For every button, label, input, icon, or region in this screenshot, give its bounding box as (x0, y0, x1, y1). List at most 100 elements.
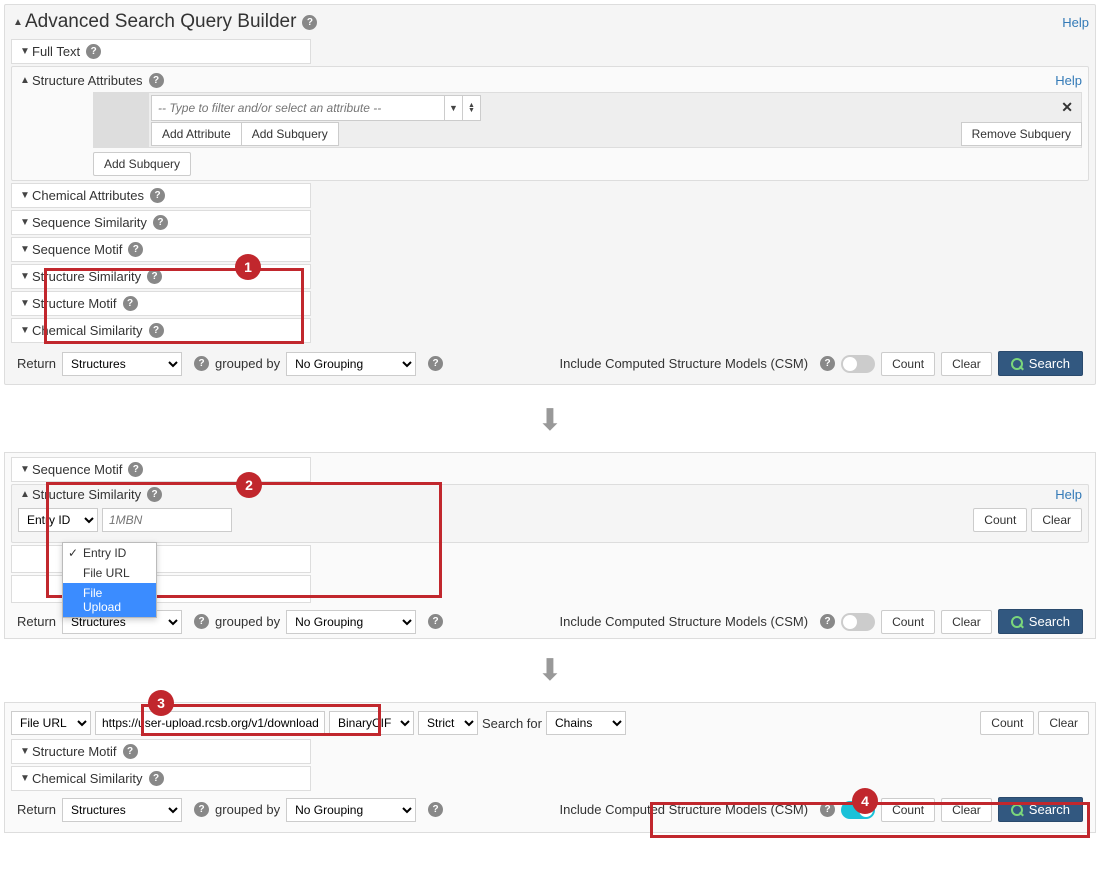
clear-button[interactable]: Clear (1038, 711, 1089, 735)
input-mode-select[interactable]: Entry ID (18, 508, 98, 532)
clear-button[interactable]: Clear (941, 352, 992, 376)
search-icon (1011, 358, 1023, 370)
help-icon[interactable]: ? (194, 356, 209, 371)
count-button[interactable]: Count (973, 508, 1027, 532)
section-structure-motif[interactable]: ▼Structure Motif? (11, 739, 311, 764)
attribute-combobox[interactable]: ▼ ▲▼ (151, 95, 481, 121)
section-sequence-similarity[interactable]: ▼Sequence Similarity? (11, 210, 311, 235)
return-select[interactable]: Structures (62, 352, 182, 376)
clear-button[interactable]: Clear (1031, 508, 1082, 532)
help-icon[interactable]: ? (128, 242, 143, 257)
arrow-down-icon: ⬇ (4, 639, 1096, 702)
search-for-label: Search for (482, 716, 542, 731)
help-icon[interactable]: ? (428, 802, 443, 817)
help-icon[interactable]: ? (147, 487, 162, 502)
section-hidden-1[interactable]: ? (11, 545, 311, 573)
section-label: Chemical Similarity (32, 323, 143, 338)
section-full-text[interactable]: ▼ Full Text ? (11, 39, 311, 64)
section-label: Sequence Motif (32, 462, 122, 477)
help-icon[interactable]: ? (194, 802, 209, 817)
help-icon[interactable]: ? (194, 614, 209, 629)
section-hidden-2[interactable]: ity? (11, 575, 311, 603)
help-icon[interactable]: ? (128, 462, 143, 477)
csm-toggle[interactable] (841, 801, 875, 819)
help-icon[interactable]: ? (149, 323, 164, 338)
help-link[interactable]: Help (1055, 487, 1082, 502)
count-button[interactable]: Count (980, 711, 1034, 735)
count-button[interactable]: Count (881, 352, 935, 376)
return-select[interactable]: Structures (62, 798, 182, 822)
section-label: Sequence Similarity (32, 215, 147, 230)
caret-up-icon[interactable]: ▲ (18, 489, 32, 500)
format-select[interactable]: BinaryCIF (329, 711, 414, 735)
help-icon[interactable]: ? (820, 356, 835, 371)
help-icon[interactable]: ? (820, 802, 835, 817)
help-icon[interactable]: ? (428, 614, 443, 629)
clear-button[interactable]: Clear (941, 798, 992, 822)
help-link[interactable]: Help (1062, 15, 1089, 30)
chevron-updown-icon[interactable]: ▲▼ (462, 96, 480, 120)
section-chemical-similarity[interactable]: ▼Chemical Similarity? (11, 318, 311, 343)
close-icon[interactable]: ✕ (1061, 99, 1073, 116)
count-button[interactable]: Count (881, 610, 935, 634)
search-button[interactable]: Search (998, 797, 1083, 822)
section-chemical-attributes[interactable]: ▼Chemical Attributes? (11, 183, 311, 208)
caret-up-icon[interactable]: ▲ (11, 17, 25, 28)
help-icon[interactable]: ? (302, 15, 317, 30)
help-icon[interactable]: ? (123, 296, 138, 311)
help-icon[interactable]: ? (86, 44, 101, 59)
section-sequence-motif[interactable]: ▼Sequence Motif? (11, 457, 311, 482)
drag-handle[interactable] (94, 93, 149, 121)
help-icon[interactable]: ? (150, 188, 165, 203)
caret-down-icon: ▼ (18, 773, 32, 784)
input-mode-dropdown[interactable]: Entry ID File URL File Upload (62, 542, 157, 618)
section-label: Structure Similarity (32, 487, 141, 502)
section-label: Structure Similarity (32, 269, 141, 284)
input-mode-select[interactable]: File URL (11, 711, 91, 735)
entry-id-input[interactable] (102, 508, 232, 532)
csm-toggle[interactable] (841, 613, 875, 631)
grouped-by-label: grouped by (215, 802, 280, 817)
return-label: Return (17, 356, 56, 371)
section-structure-motif[interactable]: ▼Structure Motif? (11, 291, 311, 316)
help-icon[interactable]: ? (123, 744, 138, 759)
search-for-select[interactable]: Chains (546, 711, 626, 735)
section-structure-similarity-open: ▲ Structure Similarity ? Help Entry ID C… (11, 484, 1089, 543)
search-button[interactable]: Search (998, 609, 1083, 634)
clear-button[interactable]: Clear (941, 610, 992, 634)
search-button[interactable]: Search (998, 351, 1083, 376)
help-link[interactable]: Help (1055, 73, 1082, 88)
help-icon[interactable]: ? (820, 614, 835, 629)
dropdown-option[interactable]: File URL (63, 563, 156, 583)
csm-label: Include Computed Structure Models (CSM) (560, 802, 809, 817)
count-button[interactable]: Count (881, 798, 935, 822)
section-label: Chemical Attributes (32, 188, 144, 203)
file-url-input[interactable] (95, 711, 325, 735)
help-icon[interactable]: ? (428, 356, 443, 371)
help-icon[interactable]: ? (149, 73, 164, 88)
section-label: Chemical Similarity (32, 771, 143, 786)
help-icon[interactable]: ? (153, 215, 168, 230)
strict-select[interactable]: Strict (418, 711, 478, 735)
help-icon[interactable]: ? (149, 771, 164, 786)
add-attribute-button[interactable]: Add Attribute (151, 122, 242, 146)
section-chemical-similarity[interactable]: ▼Chemical Similarity? (11, 766, 311, 791)
caret-up-icon[interactable]: ▲ (18, 75, 32, 86)
attribute-input[interactable] (152, 97, 444, 119)
grouping-select[interactable]: No Grouping (286, 610, 416, 634)
grouping-select[interactable]: No Grouping (286, 352, 416, 376)
remove-subquery-button[interactable]: Remove Subquery (961, 122, 1082, 146)
grouping-select[interactable]: No Grouping (286, 798, 416, 822)
section-sequence-motif[interactable]: ▼Sequence Motif? (11, 237, 311, 262)
dropdown-option[interactable]: Entry ID (63, 543, 156, 563)
chevron-down-icon[interactable]: ▼ (444, 96, 462, 120)
search-icon (1011, 804, 1023, 816)
dropdown-option[interactable]: File Upload (63, 583, 156, 617)
section-structure-similarity[interactable]: ▼Structure Similarity? (11, 264, 311, 289)
help-icon[interactable]: ? (147, 269, 162, 284)
section-label: Structure Attributes (32, 73, 143, 88)
search-icon (1011, 616, 1023, 628)
csm-toggle[interactable] (841, 355, 875, 373)
add-subquery-button[interactable]: Add Subquery (93, 152, 191, 176)
add-subquery-button[interactable]: Add Subquery (241, 122, 339, 146)
